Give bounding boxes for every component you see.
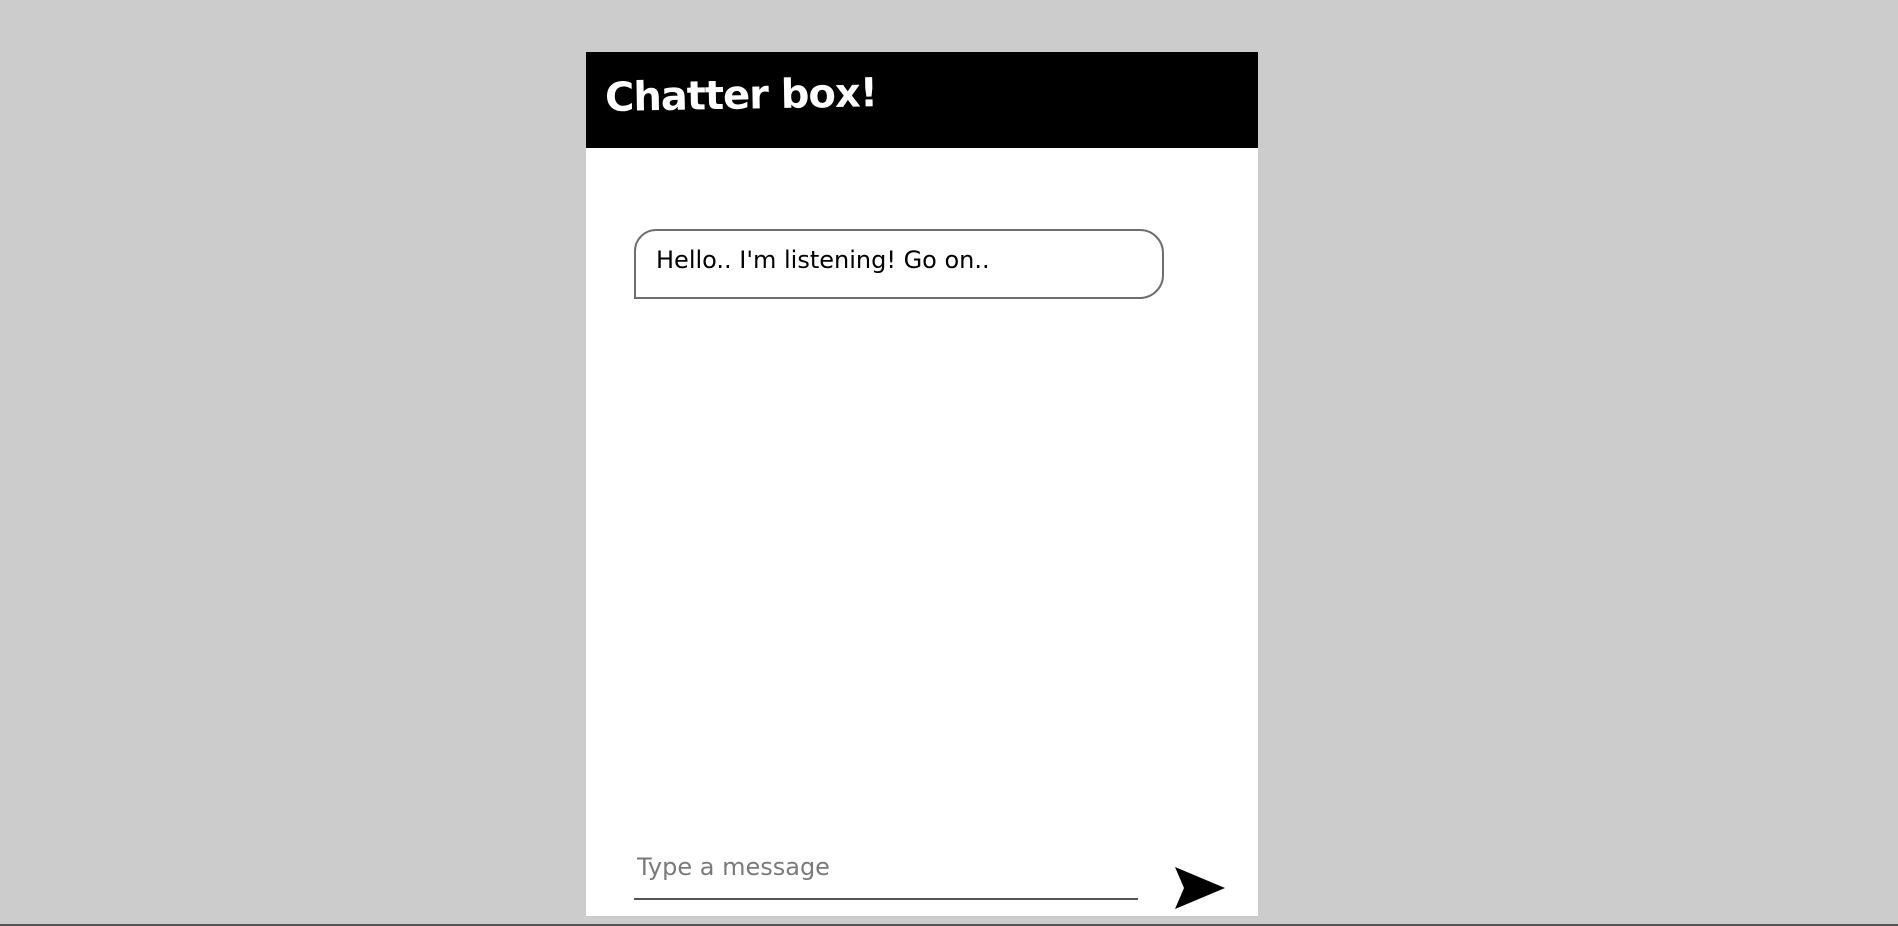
message-list: Hello.. I'm listening! Go on.. <box>586 148 1258 828</box>
send-button[interactable] <box>1172 864 1228 912</box>
message-input[interactable] <box>634 846 1138 900</box>
send-icon <box>1175 867 1225 909</box>
chat-window: Chatter box! Hello.. I'm listening! Go o… <box>586 52 1258 916</box>
message-text: Hello.. I'm listening! Go on.. <box>656 246 990 274</box>
chat-header: Chatter box! <box>586 52 1258 148</box>
message-composer <box>586 828 1258 916</box>
message-bubble: Hello.. I'm listening! Go on.. <box>634 229 1164 299</box>
chat-title: Chatter box! <box>604 70 878 121</box>
